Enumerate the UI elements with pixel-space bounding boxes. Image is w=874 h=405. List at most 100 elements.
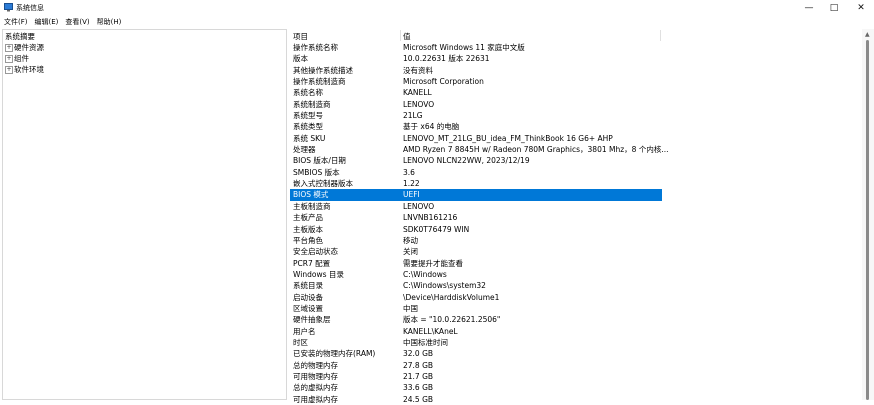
row-item: 主板产品 [293, 213, 323, 223]
row-value: LENOVO NLCN22WW, 2023/12/19 [403, 156, 530, 166]
column-divider[interactable] [400, 30, 401, 41]
row-item: 平台角色 [293, 235, 323, 245]
row-value: 版本 = "10.0.22621.2506" [403, 315, 501, 325]
table-row[interactable]: 安全启动状态 关闭 [290, 246, 662, 257]
row-value: KANELL [403, 88, 432, 98]
maximize-button[interactable]: □ [820, 0, 848, 15]
table-row[interactable]: 总的物理内存 27.8 GB [290, 360, 662, 371]
tree-item-components[interactable]: + 组件 [5, 53, 29, 64]
table-row[interactable]: 主板制造商 LENOVO [290, 201, 662, 212]
row-value: 27.8 GB [403, 360, 434, 370]
table-row[interactable]: SMBIOS 版本 3.6 [290, 167, 662, 178]
table-row[interactable]: 用户名 KANELL\KAneL [290, 326, 662, 337]
tree-label: 系统摘要 [5, 32, 35, 41]
table-row[interactable]: 嵌入式控制器版本 1.22 [290, 178, 662, 189]
table-row[interactable]: 系统型号 21LG [290, 110, 662, 121]
table-row[interactable]: 硬件抽象层 版本 = "10.0.22621.2506" [290, 314, 662, 325]
table-row[interactable]: 系统目录 C:\Windows\system32 [290, 280, 662, 291]
row-item: 版本 [293, 54, 308, 64]
row-item: 系统型号 [293, 111, 323, 121]
expand-icon[interactable]: + [5, 66, 13, 74]
row-item: BIOS 版本/日期 [293, 156, 346, 166]
table-row[interactable]: 主板产品 LNVNB161216 [290, 212, 662, 223]
row-value: 关闭 [403, 247, 418, 257]
table-row[interactable]: 区域设置 中国 [290, 303, 662, 314]
menu-file[interactable]: 文件(F) [0, 15, 31, 28]
scroll-up-icon[interactable]: ▲ [865, 31, 870, 38]
vertical-scrollbar[interactable]: ▲ [862, 29, 874, 400]
table-row[interactable]: 可用虚拟内存 24.5 GB [290, 394, 662, 405]
table-row[interactable]: 其他操作系统描述 没有资料 [290, 65, 662, 76]
menu-help[interactable]: 帮助(H) [93, 15, 125, 28]
tree-item-hardware[interactable]: + 硬件资源 [5, 42, 44, 53]
expand-icon[interactable]: + [5, 44, 13, 52]
row-value: AMD Ryzen 7 8845H w/ Radeon 780M Graphic… [403, 145, 669, 155]
minimize-button[interactable]: — [795, 0, 823, 15]
row-value: 3.6 [403, 167, 415, 177]
system-info-icon [4, 3, 13, 12]
row-item: 系统名称 [293, 88, 323, 98]
close-icon: ✕ [857, 2, 865, 13]
row-item: 主板版本 [293, 224, 323, 234]
column-divider[interactable] [660, 30, 661, 41]
table-row[interactable]: 处理器 AMD Ryzen 7 8845H w/ Radeon 780M Grap… [290, 144, 668, 155]
row-item: 总的物理内存 [293, 360, 338, 370]
row-item: BIOS 模式 [293, 190, 329, 200]
column-header-value[interactable]: 值 [403, 31, 411, 42]
column-header-item[interactable]: 项目 [293, 31, 308, 42]
expand-icon[interactable]: + [5, 55, 13, 63]
row-item: 区域设置 [293, 303, 323, 313]
row-item: 处理器 [293, 145, 316, 155]
row-value: 21.7 GB [403, 371, 434, 381]
details-list: 项目 值 操作系统名称 Microsoft Windows 11 家庭中文版 版本 1… [290, 29, 874, 404]
table-row[interactable]: 平台角色 移动 [290, 235, 662, 246]
table-row[interactable]: 系统名称 KANELL [290, 87, 662, 98]
row-item: 时区 [293, 337, 308, 347]
table-row[interactable]: 可用物理内存 21.7 GB [290, 371, 662, 382]
maximize-icon: □ [829, 2, 839, 13]
list-rows: 操作系统名称 Microsoft Windows 11 家庭中文版 版本 10.0.2… [290, 42, 668, 405]
table-row[interactable]: 总的虚拟内存 33.6 GB [290, 382, 662, 393]
row-value: 中国 [403, 303, 418, 313]
menu-view[interactable]: 查看(V) [61, 15, 92, 28]
table-row[interactable]: PCR7 配置 需要提升才能查看 [290, 258, 662, 269]
scrollbar-thumb[interactable] [866, 40, 869, 400]
row-item: 系统类型 [293, 122, 323, 132]
table-row[interactable]: 操作系统名称 Microsoft Windows 11 家庭中文版 [290, 42, 662, 53]
tree-item-system-summary[interactable]: 系统摘要 [5, 31, 35, 42]
row-value: 没有资料 [403, 65, 433, 75]
table-row[interactable]: 启动设备 \Device\HarddiskVolume1 [290, 292, 662, 303]
row-value: LNVNB161216 [403, 213, 458, 223]
table-row[interactable]: 主板版本 SDK0T76479 WIN [290, 224, 662, 235]
table-row[interactable]: 已安装的物理内存(RAM) 32.0 GB [290, 348, 662, 359]
minimize-icon: — [804, 2, 814, 13]
table-row[interactable]: 时区 中国标准时间 [290, 337, 662, 348]
row-item: 系统制造商 [293, 99, 331, 109]
table-row[interactable]: Windows 目录 C:\Windows [290, 269, 662, 280]
table-row[interactable]: BIOS 模式 UEFI [290, 189, 662, 201]
table-row[interactable]: 版本 10.0.22631 版本 22631 [290, 53, 662, 64]
row-item: 可用虚拟内存 [293, 394, 338, 404]
tree-label: 软件环境 [14, 65, 44, 74]
tree-label: 组件 [14, 54, 29, 63]
row-value: LENOVO_MT_21LG_BU_idea_FM_ThinkBook 16 G… [403, 133, 613, 143]
close-button[interactable]: ✕ [847, 0, 874, 15]
table-row[interactable]: 系统制造商 LENOVO [290, 99, 662, 110]
row-value: 24.5 GB [403, 394, 434, 404]
row-item: SMBIOS 版本 [293, 167, 340, 177]
table-row[interactable]: 系统 SKU LENOVO_MT_21LG_BU_idea_FM_ThinkBoo… [290, 133, 662, 144]
row-item: PCR7 配置 [293, 258, 331, 268]
row-value: C:\Windows [403, 269, 447, 279]
menu-edit[interactable]: 编辑(E) [31, 15, 62, 28]
table-row[interactable]: BIOS 版本/日期 LENOVO NLCN22WW, 2023/12/19 [290, 155, 662, 166]
window-title: 系统信息 [16, 4, 44, 12]
tree-item-software[interactable]: + 软件环境 [5, 64, 44, 75]
table-row[interactable]: 系统类型 基于 x64 的电脑 [290, 121, 662, 132]
row-value: SDK0T76479 WIN [403, 224, 470, 234]
row-item: 可用物理内存 [293, 371, 338, 381]
table-row[interactable]: 操作系统制造商 Microsoft Corporation [290, 76, 662, 87]
row-value: 21LG [403, 111, 423, 121]
list-header: 项目 值 [290, 29, 860, 42]
row-item: 嵌入式控制器版本 [293, 179, 353, 189]
row-value: 10.0.22631 版本 22631 [403, 54, 490, 64]
